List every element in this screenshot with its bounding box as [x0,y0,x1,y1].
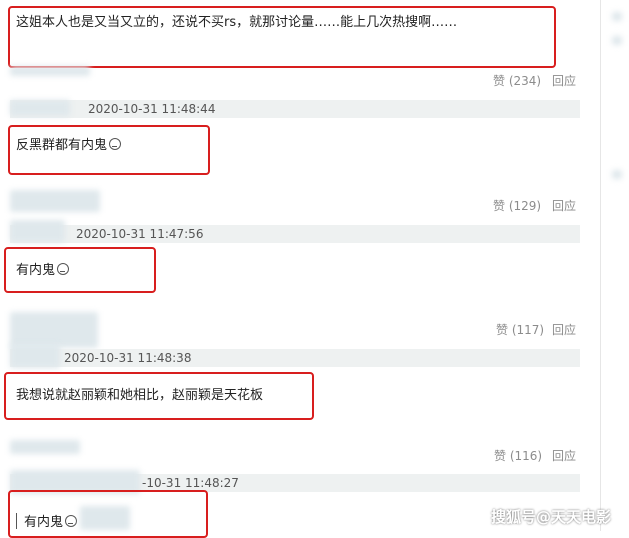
sidebar-fragment [612,36,622,45]
comment-text: 有内鬼 [24,514,78,532]
emoji-icon [65,515,78,527]
sidebar-divider [600,0,601,531]
username-blurred [10,220,65,242]
reply-button[interactable]: 回应 [552,447,576,464]
watermark: 搜狐号@天天电影 [491,508,612,526]
quote-bar [16,513,17,529]
comment-text: 反黑群都有内鬼 [16,137,122,155]
comment-timestamp: 2020-10-31 11:47:56 [76,227,204,241]
comment-timestamp: 2020-10-31 11:48:38 [64,351,192,365]
like-button[interactable]: 赞 (117) [496,321,544,338]
username-blurred [10,100,70,116]
comment-text: 这姐本人也是又当又立的，还说不买rs，就那讨论量……能上几次热搜啊…… [16,15,458,30]
like-button[interactable]: 赞 (234) [493,72,541,89]
comment-timestamp: -10-31 11:48:27 [142,476,239,490]
sidebar-fragment [612,170,622,179]
avatar-blurred [10,190,100,212]
username-blurred [10,344,60,368]
reply-button[interactable]: 回应 [552,321,576,338]
like-button[interactable]: 赞 (129) [493,197,541,214]
comment-text: 有内鬼 [16,262,70,280]
avatar-blurred [10,312,98,348]
sidebar-fragment [612,12,622,21]
emoji-icon [57,263,70,275]
emoji-icon [109,138,122,150]
avatar-blurred [10,440,80,454]
avatar-blurred [10,66,90,76]
reply-button[interactable]: 回应 [552,72,576,89]
comment-text: 我想说就赵丽颖和她相比，赵丽颖是天花板 [16,388,264,403]
reply-button[interactable]: 回应 [552,197,576,214]
blurred-fragment [80,506,130,530]
comment-timestamp: 2020-10-31 11:48:44 [88,102,216,116]
like-button[interactable]: 赞 (116) [494,447,542,464]
